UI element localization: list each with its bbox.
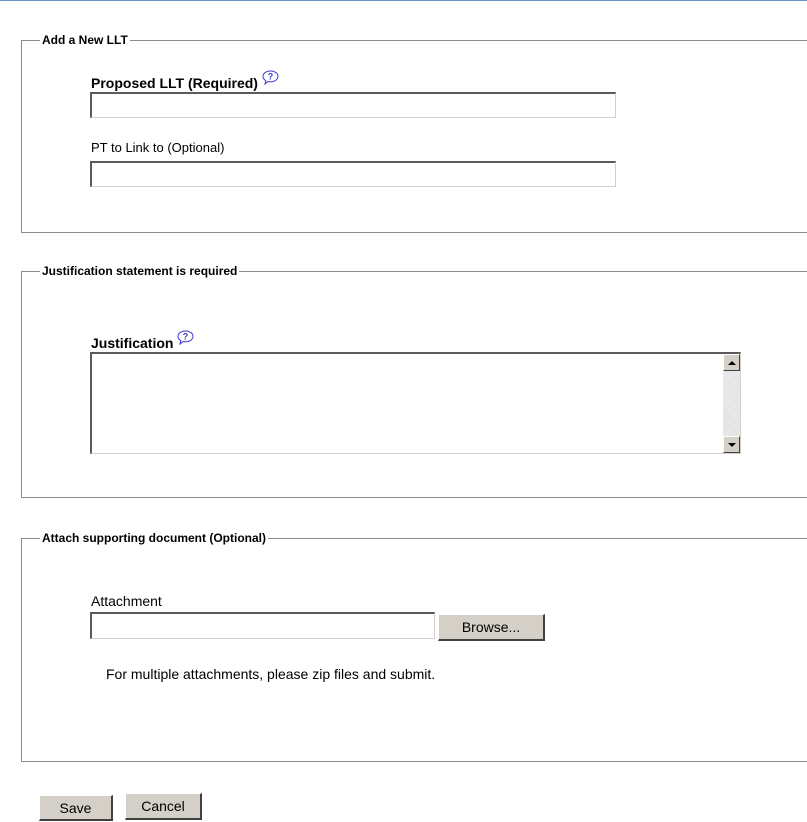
justification-scrollbar[interactable] xyxy=(723,354,740,453)
save-button[interactable]: Save xyxy=(39,795,113,821)
arrow-down-icon xyxy=(727,442,736,447)
pt-link-input[interactable] xyxy=(90,161,616,187)
justification-label: Justification xyxy=(91,335,174,351)
browse-button[interactable]: Browse... xyxy=(438,614,545,641)
attachment-label: Attachment xyxy=(91,593,162,609)
scroll-up-button[interactable] xyxy=(723,354,740,371)
help-icon[interactable]: ? xyxy=(177,330,194,346)
svg-text:?: ? xyxy=(183,332,189,342)
add-llt-legend: Add a New LLT xyxy=(42,33,128,47)
cancel-button[interactable]: Cancel xyxy=(125,793,202,820)
proposed-llt-label: Proposed LLT (Required) xyxy=(91,75,258,91)
scroll-down-button[interactable] xyxy=(723,436,740,453)
justification-legend: Justification statement is required xyxy=(42,264,238,278)
svg-text:?: ? xyxy=(268,72,274,82)
attachment-section: Attach supporting document (Optional) xyxy=(21,531,807,762)
top-divider xyxy=(0,0,807,1)
add-llt-section: Add a New LLT xyxy=(21,33,807,233)
attachment-input[interactable] xyxy=(90,612,435,639)
help-icon[interactable]: ? xyxy=(262,70,279,86)
attachment-note: For multiple attachments, please zip fil… xyxy=(106,666,436,682)
justification-textarea[interactable] xyxy=(92,354,722,453)
attachment-legend: Attach supporting document (Optional) xyxy=(42,531,266,545)
proposed-llt-label-row: Proposed LLT (Required) ? xyxy=(91,70,279,93)
pt-link-label: PT to Link to (Optional) xyxy=(91,140,225,155)
arrow-up-icon xyxy=(727,360,736,365)
justification-label-row: Justification ? xyxy=(91,330,194,353)
proposed-llt-input[interactable] xyxy=(90,92,616,118)
justification-textarea-frame xyxy=(90,352,741,454)
